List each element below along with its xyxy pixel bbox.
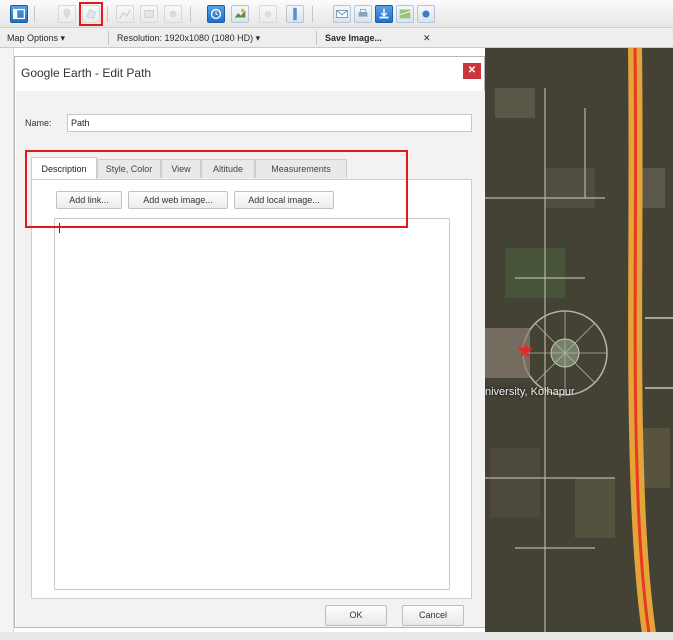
left-sidebar-edge bbox=[0, 48, 14, 640]
close-icon[interactable]: ✕ bbox=[463, 63, 481, 79]
chevron-down-icon: ▾ bbox=[60, 33, 66, 43]
print-icon[interactable] bbox=[354, 5, 372, 23]
historical-imagery-icon[interactable] bbox=[207, 5, 225, 23]
chevron-down-icon: ▾ bbox=[255, 33, 261, 43]
resolution-label: Resolution: 1920x1080 (1080 HD) bbox=[117, 33, 254, 43]
tabs-highlight-box bbox=[25, 150, 408, 228]
map-place-label: niversity, Kolhapur bbox=[485, 386, 575, 398]
switch-to-sky-icon[interactable] bbox=[259, 5, 277, 23]
add-overlay-icon[interactable] bbox=[140, 5, 158, 23]
name-label: Name: bbox=[25, 118, 52, 128]
ruler-icon[interactable] bbox=[286, 5, 304, 23]
options-separator bbox=[316, 31, 317, 45]
toolbar-separator bbox=[190, 6, 191, 22]
save-image-icon[interactable] bbox=[375, 5, 393, 23]
dialog-title: Google Earth - Edit Path bbox=[21, 66, 152, 80]
sign-in-icon[interactable] bbox=[417, 5, 435, 23]
edit-path-dialog: Google Earth - Edit Path ✕ Name: Path De… bbox=[14, 56, 485, 628]
sunlight-icon[interactable] bbox=[231, 5, 249, 23]
toolbar-highlight-box bbox=[79, 2, 103, 26]
description-text-area[interactable] bbox=[54, 218, 450, 590]
toolbar-separator bbox=[34, 6, 35, 22]
map-view[interactable]: niversity, Kolhapur bbox=[485, 48, 673, 640]
add-placemark-icon[interactable] bbox=[58, 5, 76, 23]
ok-button[interactable]: OK bbox=[325, 605, 387, 626]
sidebar-toggle-icon[interactable] bbox=[10, 5, 28, 23]
cancel-button[interactable]: Cancel bbox=[402, 605, 464, 626]
status-strip bbox=[0, 632, 673, 640]
email-icon[interactable] bbox=[333, 5, 351, 23]
toolbar-separator bbox=[107, 6, 108, 22]
toolbar-separator bbox=[312, 6, 313, 22]
save-image-button[interactable]: Save Image... bbox=[322, 31, 385, 45]
close-options-bar-icon[interactable]: ✕ bbox=[420, 31, 434, 45]
add-path-icon[interactable] bbox=[116, 5, 134, 23]
map-options-dropdown[interactable]: Map Options ▾ bbox=[4, 31, 68, 45]
save-image-options-bar: Map Options ▾ Resolution: 1920x1080 (108… bbox=[0, 28, 673, 48]
description-panel: Add link... Add web image... Add local i… bbox=[31, 179, 472, 599]
name-field[interactable]: Path bbox=[67, 114, 472, 132]
map-options-label: Map Options bbox=[7, 33, 59, 43]
resolution-dropdown[interactable]: Resolution: 1920x1080 (1080 HD) ▾ bbox=[114, 31, 263, 45]
record-tour-icon[interactable] bbox=[164, 5, 182, 23]
options-separator bbox=[108, 31, 109, 45]
view-in-maps-icon[interactable] bbox=[396, 5, 414, 23]
